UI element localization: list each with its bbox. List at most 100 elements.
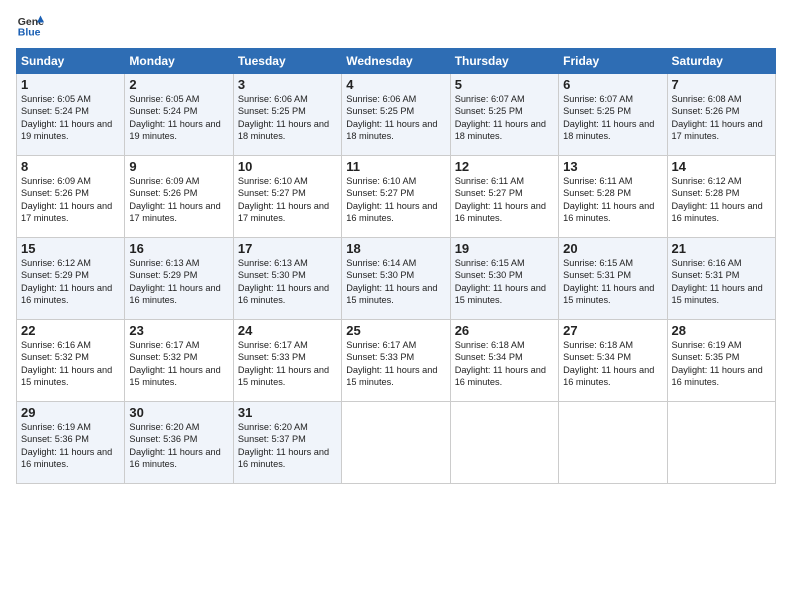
cell-info: Sunrise: 6:07 AMSunset: 5:25 PMDaylight:… [455, 94, 546, 141]
calendar-cell: 3 Sunrise: 6:06 AMSunset: 5:25 PMDaylight… [233, 74, 341, 156]
cell-info: Sunrise: 6:17 AMSunset: 5:33 PMDaylight:… [238, 340, 329, 387]
day-number: 26 [455, 323, 554, 338]
calendar-cell: 1 Sunrise: 6:05 AMSunset: 5:24 PMDaylight… [17, 74, 125, 156]
logo-icon: General Blue [16, 12, 44, 40]
day-number: 31 [238, 405, 337, 420]
page-container: General Blue SundayMondayTuesdayWednesda… [0, 0, 792, 492]
cell-info: Sunrise: 6:09 AMSunset: 5:26 PMDaylight:… [21, 176, 112, 223]
day-number: 1 [21, 77, 120, 92]
day-number: 13 [563, 159, 662, 174]
cell-info: Sunrise: 6:11 AMSunset: 5:27 PMDaylight:… [455, 176, 546, 223]
calendar-cell: 7 Sunrise: 6:08 AMSunset: 5:26 PMDaylight… [667, 74, 775, 156]
day-number: 5 [455, 77, 554, 92]
cell-info: Sunrise: 6:09 AMSunset: 5:26 PMDaylight:… [129, 176, 220, 223]
calendar-cell: 10 Sunrise: 6:10 AMSunset: 5:27 PMDayligh… [233, 156, 341, 238]
calendar-cell: 25Sunrise: 6:17 AMSunset: 5:33 PMDayligh… [342, 320, 450, 402]
cell-info: Sunrise: 6:20 AMSunset: 5:37 PMDaylight:… [238, 422, 329, 469]
calendar-cell: 20 Sunrise: 6:15 AMSunset: 5:31 PMDayligh… [559, 238, 667, 320]
day-number: 3 [238, 77, 337, 92]
cell-info: Sunrise: 6:16 AMSunset: 5:31 PMDaylight:… [672, 258, 763, 305]
calendar-cell: 11Sunrise: 6:10 AMSunset: 5:27 PMDayligh… [342, 156, 450, 238]
weekday-header-row: SundayMondayTuesdayWednesdayThursdayFrid… [17, 49, 776, 74]
weekday-header: Thursday [450, 49, 558, 74]
cell-info: Sunrise: 6:13 AMSunset: 5:29 PMDaylight:… [129, 258, 220, 305]
cell-info: Sunrise: 6:11 AMSunset: 5:28 PMDaylight:… [563, 176, 654, 223]
calendar-cell: 24 Sunrise: 6:17 AMSunset: 5:33 PMDayligh… [233, 320, 341, 402]
day-number: 19 [455, 241, 554, 256]
cell-info: Sunrise: 6:19 AMSunset: 5:36 PMDaylight:… [21, 422, 112, 469]
day-number: 15 [21, 241, 120, 256]
weekday-header: Saturday [667, 49, 775, 74]
day-number: 8 [21, 159, 120, 174]
day-number: 11 [346, 159, 445, 174]
day-number: 21 [672, 241, 771, 256]
day-number: 17 [238, 241, 337, 256]
cell-info: Sunrise: 6:05 AMSunset: 5:24 PMDaylight:… [21, 94, 112, 141]
calendar-cell: 4 Sunrise: 6:06 AMSunset: 5:25 PMDaylight… [342, 74, 450, 156]
day-number: 12 [455, 159, 554, 174]
weekday-header: Monday [125, 49, 233, 74]
day-number: 27 [563, 323, 662, 338]
calendar-cell: 26 Sunrise: 6:18 AMSunset: 5:34 PMDayligh… [450, 320, 558, 402]
day-number: 10 [238, 159, 337, 174]
weekday-header: Tuesday [233, 49, 341, 74]
calendar-week-row: 15 Sunrise: 6:12 AMSunset: 5:29 PMDayligh… [17, 238, 776, 320]
day-number: 7 [672, 77, 771, 92]
cell-info: Sunrise: 6:12 AMSunset: 5:28 PMDaylight:… [672, 176, 763, 223]
day-number: 20 [563, 241, 662, 256]
calendar-cell: 27Sunrise: 6:18 AMSunset: 5:34 PMDayligh… [559, 320, 667, 402]
svg-text:Blue: Blue [18, 27, 41, 39]
day-number: 4 [346, 77, 445, 92]
calendar-cell: 17 Sunrise: 6:13 AMSunset: 5:30 PMDayligh… [233, 238, 341, 320]
cell-info: Sunrise: 6:06 AMSunset: 5:25 PMDaylight:… [238, 94, 329, 141]
cell-info: Sunrise: 6:06 AMSunset: 5:25 PMDaylight:… [346, 94, 437, 141]
cell-info: Sunrise: 6:07 AMSunset: 5:25 PMDaylight:… [563, 94, 654, 141]
calendar-week-row: 22 Sunrise: 6:16 AMSunset: 5:32 PMDayligh… [17, 320, 776, 402]
weekday-header: Sunday [17, 49, 125, 74]
calendar-cell: 19Sunrise: 6:15 AMSunset: 5:30 PMDayligh… [450, 238, 558, 320]
calendar-week-row: 8 Sunrise: 6:09 AMSunset: 5:26 PMDaylight… [17, 156, 776, 238]
day-number: 9 [129, 159, 228, 174]
cell-info: Sunrise: 6:18 AMSunset: 5:34 PMDaylight:… [455, 340, 546, 387]
cell-info: Sunrise: 6:19 AMSunset: 5:35 PMDaylight:… [672, 340, 763, 387]
weekday-header: Friday [559, 49, 667, 74]
cell-info: Sunrise: 6:17 AMSunset: 5:33 PMDaylight:… [346, 340, 437, 387]
calendar-week-row: 29 Sunrise: 6:19 AMSunset: 5:36 PMDayligh… [17, 402, 776, 484]
calendar-cell: 28 Sunrise: 6:19 AMSunset: 5:35 PMDayligh… [667, 320, 775, 402]
cell-info: Sunrise: 6:16 AMSunset: 5:32 PMDaylight:… [21, 340, 112, 387]
day-number: 6 [563, 77, 662, 92]
calendar-cell: 9 Sunrise: 6:09 AMSunset: 5:26 PMDaylight… [125, 156, 233, 238]
calendar-cell [450, 402, 558, 484]
calendar-cell: 22 Sunrise: 6:16 AMSunset: 5:32 PMDayligh… [17, 320, 125, 402]
calendar-cell: 18 Sunrise: 6:14 AMSunset: 5:30 PMDayligh… [342, 238, 450, 320]
calendar-cell: 16Sunrise: 6:13 AMSunset: 5:29 PMDayligh… [125, 238, 233, 320]
calendar-cell: 23 Sunrise: 6:17 AMSunset: 5:32 PMDayligh… [125, 320, 233, 402]
calendar-table: SundayMondayTuesdayWednesdayThursdayFrid… [16, 48, 776, 484]
cell-info: Sunrise: 6:13 AMSunset: 5:30 PMDaylight:… [238, 258, 329, 305]
calendar-cell: 8 Sunrise: 6:09 AMSunset: 5:26 PMDaylight… [17, 156, 125, 238]
weekday-header: Wednesday [342, 49, 450, 74]
day-number: 18 [346, 241, 445, 256]
calendar-cell: 29 Sunrise: 6:19 AMSunset: 5:36 PMDayligh… [17, 402, 125, 484]
calendar-cell: 14Sunrise: 6:12 AMSunset: 5:28 PMDayligh… [667, 156, 775, 238]
day-number: 22 [21, 323, 120, 338]
calendar-week-row: 1 Sunrise: 6:05 AMSunset: 5:24 PMDaylight… [17, 74, 776, 156]
cell-info: Sunrise: 6:08 AMSunset: 5:26 PMDaylight:… [672, 94, 763, 141]
cell-info: Sunrise: 6:10 AMSunset: 5:27 PMDaylight:… [238, 176, 329, 223]
day-number: 24 [238, 323, 337, 338]
day-number: 23 [129, 323, 228, 338]
calendar-cell: 6 Sunrise: 6:07 AMSunset: 5:25 PMDaylight… [559, 74, 667, 156]
day-number: 2 [129, 77, 228, 92]
cell-info: Sunrise: 6:12 AMSunset: 5:29 PMDaylight:… [21, 258, 112, 305]
cell-info: Sunrise: 6:14 AMSunset: 5:30 PMDaylight:… [346, 258, 437, 305]
calendar-cell: 30Sunrise: 6:20 AMSunset: 5:36 PMDayligh… [125, 402, 233, 484]
day-number: 29 [21, 405, 120, 420]
calendar-cell: 5 Sunrise: 6:07 AMSunset: 5:25 PMDaylight… [450, 74, 558, 156]
calendar-cell: 31 Sunrise: 6:20 AMSunset: 5:37 PMDayligh… [233, 402, 341, 484]
header: General Blue [16, 12, 776, 40]
day-number: 30 [129, 405, 228, 420]
cell-info: Sunrise: 6:05 AMSunset: 5:24 PMDaylight:… [129, 94, 220, 141]
day-number: 28 [672, 323, 771, 338]
cell-info: Sunrise: 6:15 AMSunset: 5:31 PMDaylight:… [563, 258, 654, 305]
cell-info: Sunrise: 6:17 AMSunset: 5:32 PMDaylight:… [129, 340, 220, 387]
